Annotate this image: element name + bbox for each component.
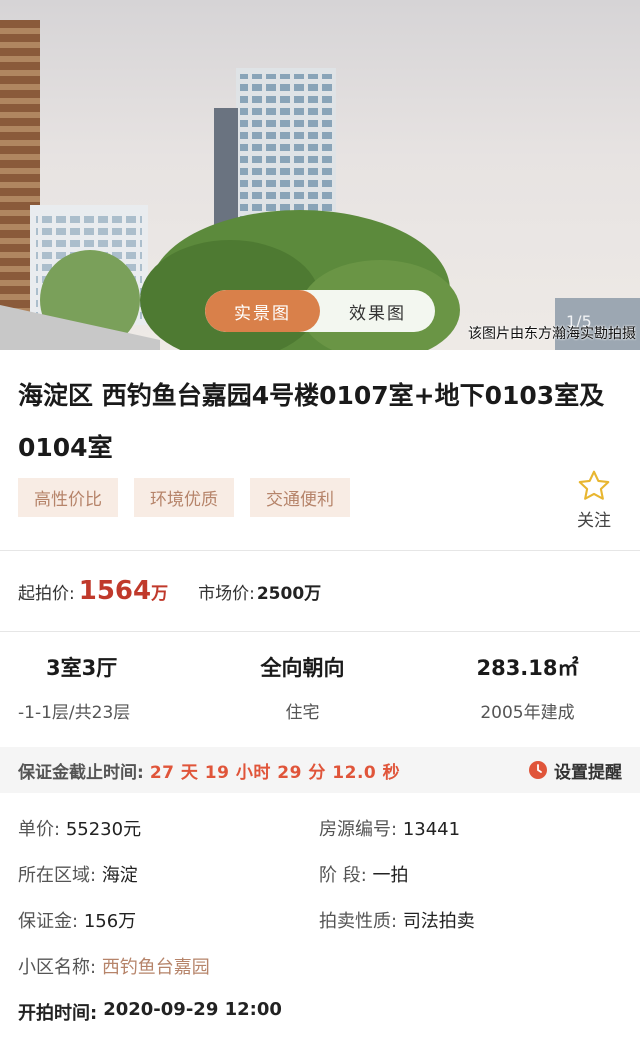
info-row: 单价: 55230元 房源编号: 13441 [18,815,622,861]
info-label: 房源编号: [319,819,398,840]
tag: 环境优质 [134,478,234,517]
stat-orientation: 全向朝向 住宅 [190,652,415,747]
photo-type-toggle[interactable]: 实景图 效果图 [205,290,435,332]
start-price-label: 起拍价: [18,583,75,604]
photo-credit: 该图片由东方瀚海实勘拍摄 [468,326,636,342]
community-name: 小区名称: 西钓鱼台嘉园 [18,953,618,979]
star-icon [578,470,610,500]
auction-stage: 阶 段: 一拍 [319,861,620,887]
info-value: 55230元 [65,819,142,840]
clock-icon [529,761,547,779]
start-time-value: 2020-09-29 12:00 [103,999,282,1020]
stat-value: 全向朝向 [260,656,345,680]
auction-type: 拍卖性质: 司法拍卖 [319,907,620,933]
info-value: 156万 [83,911,137,932]
market-price-value: 2500万 [256,583,322,604]
follow-button[interactable]: 关注 [574,468,614,531]
listing-header: 海淀区 西钓鱼台嘉园4号楼0107室+地下0103室及0104室 高性价比 环境… [0,350,640,550]
info-value: 13441 [402,819,461,840]
stat-caption: 2005年建成 [480,703,575,723]
stat-layout: 3室3厅 -1-1层/共23层 [0,652,190,747]
reminder-label: 设置提醒 [554,762,622,783]
district: 所在区域: 海淀 [18,861,319,887]
info-label: 所在区域: [18,865,97,886]
listing-id: 房源编号: 13441 [319,815,620,841]
set-reminder-button[interactable]: 设置提醒 [528,758,622,783]
info-label: 阶 段: [319,865,367,886]
info-value: 海淀 [101,865,138,886]
info-value: 一拍 [372,865,409,886]
stat-caption: -1-1层/共23层 [18,703,131,723]
info-label: 保证金: [18,911,79,932]
photo-gallery[interactable]: 实景图 效果图 1/5 该图片由东方瀚海实勘拍摄 [0,0,640,350]
start-time-label: 开拍时间: [18,1003,98,1024]
info-label: 小区名称: [18,957,97,978]
info-row: 小区名称: 西钓鱼台嘉园 [18,953,622,999]
countdown: 27 天 19 小时 29 分 12.0 秒 [149,762,401,783]
listing-title: 海淀区 西钓鱼台嘉园4号楼0107室+地下0103室及0104室 [18,381,605,462]
deposit: 保证金: 156万 [18,907,319,933]
detail-info: 单价: 55230元 房源编号: 13441 所在区域: 海淀 阶 段: 一拍 … [0,793,640,1045]
stat-caption: 住宅 [285,703,320,723]
stat-value: 283.18㎡ [476,656,579,680]
tab-rendering[interactable]: 效果图 [320,290,435,332]
unit-price: 单价: 55230元 [18,815,319,841]
info-row: 保证金: 156万 拍卖性质: 司法拍卖 [18,907,622,953]
deadline-label: 保证金截止时间: [18,762,144,783]
tag: 高性价比 [18,478,118,517]
market-price-label: 市场价: [198,583,255,604]
info-label: 拍卖性质: [319,911,398,932]
info-row: 所在区域: 海淀 阶 段: 一拍 [18,861,622,907]
property-stats: 3室3厅 -1-1层/共23层 全向朝向 住宅 283.18㎡ 2005年建成 [0,632,640,747]
community-link[interactable]: 西钓鱼台嘉园 [102,957,210,978]
tab-real-photos[interactable]: 实景图 [205,290,320,332]
start-price-value: 1564 [78,576,152,606]
deposit-deadline-bar: 保证金截止时间: 27 天 19 小时 29 分 12.0 秒 设置提醒 [0,747,640,793]
start-price-unit: 万 [151,583,169,604]
tag: 交通便利 [250,478,350,517]
tag-list: 高性价比 环境优质 交通便利 [18,478,622,517]
follow-label: 关注 [577,511,611,531]
price-row: 起拍价: 1564 万 市场价: 2500万 [0,551,640,631]
start-time-row: 开拍时间: 2020-09-29 12:00 [18,999,622,1045]
stat-value: 3室3厅 [46,656,118,680]
info-value: 司法拍卖 [402,911,475,932]
stat-area: 283.18㎡ 2005年建成 [415,652,640,747]
info-label: 单价: [18,819,61,840]
